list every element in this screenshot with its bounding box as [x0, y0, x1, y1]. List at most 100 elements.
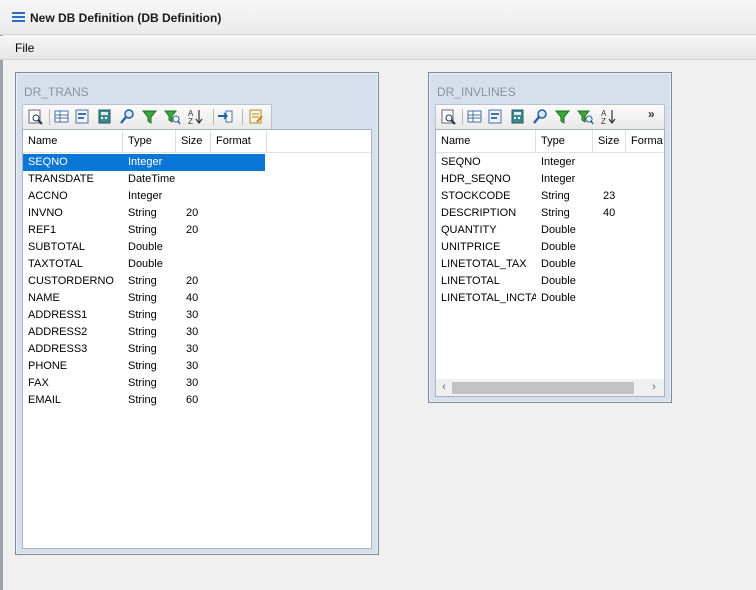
- cell-name: ADDRESS1: [28, 309, 88, 321]
- column-header[interactable]: Type: [123, 130, 176, 152]
- table-row[interactable]: QUANTITY Double: [436, 222, 626, 239]
- cell-type: String: [128, 292, 157, 304]
- table-row[interactable]: HDR_SEQNO Integer: [436, 171, 626, 188]
- table-row[interactable]: REF1 String 20: [23, 222, 265, 239]
- table-row[interactable]: ADDRESS2 String 30: [23, 324, 265, 341]
- filter-search-icon[interactable]: [576, 108, 594, 125]
- column-header[interactable]: Format: [211, 130, 267, 152]
- cell-type: Integer: [541, 156, 576, 168]
- search-icon[interactable]: [532, 108, 549, 125]
- cell-type: String: [128, 309, 157, 321]
- cell-name: UNITPRICE: [441, 241, 501, 253]
- column-header[interactable]: Name: [436, 130, 536, 152]
- table-toolbar: AZ: [22, 104, 272, 130]
- cell-type: String: [541, 207, 570, 219]
- cell-size: [593, 256, 626, 273]
- cell-type: Integer: [128, 156, 163, 168]
- cell-type: String: [128, 326, 157, 338]
- table-row[interactable]: PHONE String 30: [23, 358, 265, 375]
- preview-icon[interactable]: [440, 108, 457, 125]
- search-icon[interactable]: [119, 108, 136, 125]
- column-header[interactable]: Name: [23, 130, 123, 152]
- column-header[interactable]: Type: [536, 130, 593, 152]
- form-icon[interactable]: [487, 108, 504, 125]
- table-row[interactable]: LINETOTAL_INCTAX Double: [436, 290, 626, 307]
- filter-icon[interactable]: [141, 108, 158, 125]
- cell-size: [176, 256, 211, 273]
- table-row[interactable]: ACCNO Integer: [23, 188, 265, 205]
- field-grid[interactable]: Name Type Size Forma SEQNO Integer HDR_SEQNO I…: [435, 129, 665, 397]
- sort-az-icon[interactable]: AZ: [187, 108, 204, 126]
- cell-size: 60: [186, 394, 199, 406]
- cell-name: ADDRESS2: [28, 326, 88, 338]
- cell-name: EMAIL: [28, 394, 62, 406]
- table-panel-dr-invlines[interactable]: DR_INVLINES A Z » Name Type Size Forma SEQNO I…: [428, 72, 672, 403]
- menu-file[interactable]: File: [15, 41, 34, 55]
- table-row[interactable]: LINETOTAL_TAX Double: [436, 256, 626, 273]
- scroll-right-icon[interactable]: ›: [646, 379, 662, 396]
- horizontal-scrollbar[interactable]: ‹ ›: [436, 379, 664, 396]
- cell-name: SUBTOTAL: [28, 241, 86, 253]
- field-grid[interactable]: Name Type Size Format SEQNO Integer TRANSDATE…: [22, 129, 372, 549]
- window-title: New DB Definition (DB Definition): [30, 11, 222, 25]
- cell-name: TRANSDATE: [28, 173, 94, 185]
- grid-icon[interactable]: [53, 108, 70, 125]
- preview-icon[interactable]: [27, 108, 44, 125]
- cell-size: 30: [186, 360, 199, 372]
- cell-size: [593, 239, 626, 256]
- column-header[interactable]: Size: [176, 130, 211, 152]
- cell-type: String: [128, 207, 157, 219]
- table-row[interactable]: UNITPRICE Double: [436, 239, 626, 256]
- table-row[interactable]: INVNO String 20: [23, 205, 265, 222]
- cell-name: INVNO: [28, 207, 63, 219]
- cell-size: 20: [186, 224, 199, 236]
- cell-name: SEQNO: [441, 156, 481, 168]
- table-row[interactable]: TRANSDATE DateTime: [23, 171, 265, 188]
- column-header[interactable]: Forma: [626, 130, 664, 152]
- cell-name: LINETOTAL_TAX: [441, 258, 527, 270]
- table-row[interactable]: SEQNO Integer: [23, 154, 265, 171]
- cell-type: Double: [541, 224, 576, 236]
- filter-search-icon[interactable]: [163, 108, 181, 125]
- table-row[interactable]: SUBTOTAL Double: [23, 239, 265, 256]
- import-icon[interactable]: [217, 108, 234, 125]
- cell-size: [176, 154, 211, 171]
- table-row[interactable]: ADDRESS3 String 30: [23, 341, 265, 358]
- cell-type: Double: [128, 258, 163, 270]
- table-row[interactable]: NAME String 40: [23, 290, 265, 307]
- cell-name: ADDRESS3: [28, 343, 88, 355]
- table-row[interactable]: STOCKCODE String 23: [436, 188, 626, 205]
- cell-name: ACCNO: [28, 190, 68, 202]
- sort-az-icon[interactable]: AZ: [600, 108, 617, 126]
- table-row[interactable]: LINETOTAL Double: [436, 273, 626, 290]
- scroll-thumb[interactable]: [452, 382, 634, 394]
- table-row[interactable]: FAX String 30: [23, 375, 265, 392]
- table-row[interactable]: ADDRESS1 String 30: [23, 307, 265, 324]
- calculator-icon[interactable]: [96, 108, 113, 125]
- cell-type: String: [128, 275, 157, 287]
- cell-name: NAME: [28, 292, 60, 304]
- notes-icon[interactable]: [247, 108, 264, 125]
- title-bar: New DB Definition (DB Definition): [0, 0, 756, 35]
- cell-name: HDR_SEQNO: [441, 173, 511, 185]
- cell-name: DESCRIPTION: [441, 207, 517, 219]
- cell-name: FAX: [28, 377, 49, 389]
- cell-size: 20: [186, 275, 199, 287]
- table-row[interactable]: EMAIL String 60: [23, 392, 265, 409]
- scroll-left-icon[interactable]: ‹: [436, 379, 452, 396]
- cell-size: [593, 290, 626, 307]
- column-header[interactable]: Size: [593, 130, 626, 152]
- table-row[interactable]: SEQNO Integer: [436, 154, 626, 171]
- cell-size: [593, 222, 626, 239]
- table-row[interactable]: DESCRIPTION String 40: [436, 205, 626, 222]
- form-icon[interactable]: [74, 108, 91, 125]
- toolbar-overflow-icon[interactable]: »: [648, 107, 655, 121]
- table-panel-dr-trans[interactable]: DR_TRANS AZ Name Type Size Format SEQNO Inte…: [15, 72, 379, 555]
- calculator-icon[interactable]: [509, 108, 526, 125]
- cell-name: STOCKCODE: [441, 190, 511, 202]
- table-row[interactable]: CUSTORDERNO String 20: [23, 273, 265, 290]
- grid-icon[interactable]: [466, 108, 483, 125]
- table-row[interactable]: TAXTOTAL Double: [23, 256, 265, 273]
- table-title: DR_INVLINES: [437, 85, 516, 99]
- filter-icon[interactable]: [554, 108, 571, 125]
